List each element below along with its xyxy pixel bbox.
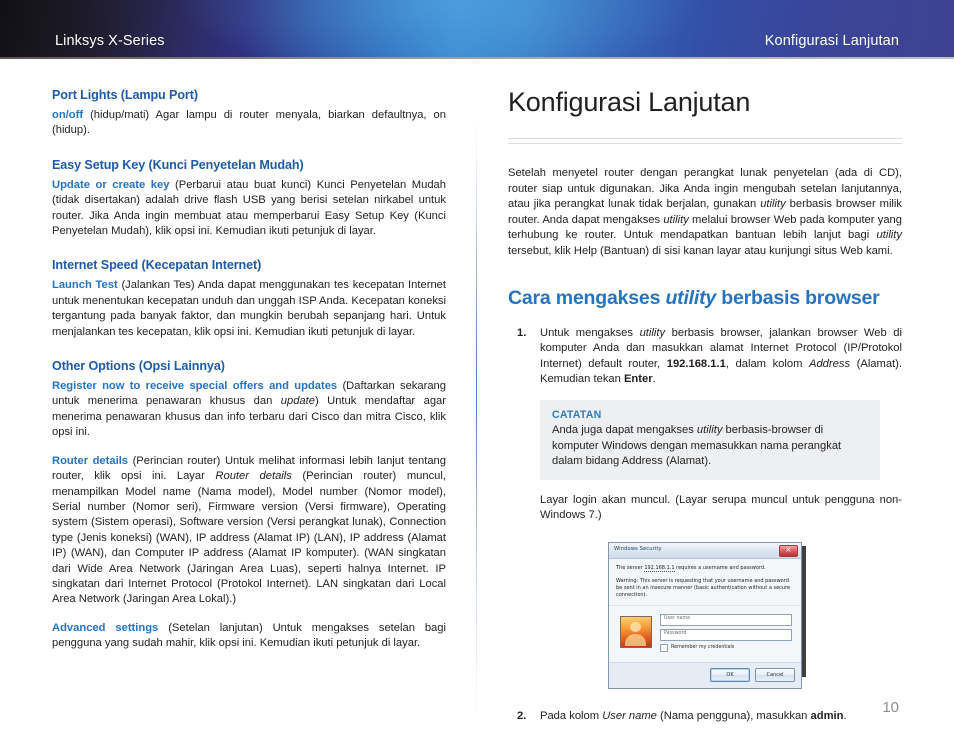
header-product-title: Linksys X-Series: [55, 33, 165, 49]
step-1-text-1: Untuk mengakses: [540, 326, 640, 339]
password-placeholder: Password: [664, 630, 687, 636]
username-input[interactable]: User name: [660, 613, 792, 626]
cancel-button[interactable]: Cancel: [755, 667, 795, 682]
term-register-now: Register now to receive special offers a…: [52, 380, 338, 393]
header-chapter-title: Konfigurasi Lanjutan: [764, 33, 899, 49]
dialog-server-message: The server 192.168.1.1 requires a userna…: [616, 564, 794, 572]
page-number: 10: [882, 699, 899, 716]
dialog-title-bar: Windows Security: [609, 542, 801, 559]
intro-paragraph: Setelah menyetel router dengan perangkat…: [508, 166, 902, 260]
intro-italic-3: utility: [876, 229, 903, 242]
ok-button[interactable]: OK: [710, 667, 750, 682]
user-account-icon: [620, 615, 652, 648]
step-2-admin-value: admin: [810, 709, 844, 722]
remember-credentials-label: Remember my credentials: [671, 645, 735, 651]
note-title: CATATAN: [552, 409, 602, 422]
paragraph-after-note: Layar login akan muncul. (Layar serupa m…: [540, 493, 902, 522]
router-details-text-2: (Perincian router) muncul, menampilkan M…: [52, 470, 446, 606]
paragraph-port-lights: on/off (hidup/mati) Agar lampu di router…: [52, 108, 446, 139]
step-1-text-3: , dalam kolom: [725, 357, 809, 370]
step-1-number: 1.: [517, 326, 527, 339]
column-divider: [476, 120, 477, 720]
step-1-enter-key: Enter: [623, 372, 653, 385]
dialog-body: The server 192.168.1.1 requires a userna…: [609, 558, 801, 662]
heading-easy-setup-key: Easy Setup Key (Kunci Penyetelan Mudah): [52, 157, 304, 172]
paragraph-advanced-settings: Advanced settings (Setelan lanjutan) Unt…: [52, 621, 446, 652]
login-dialog-figure: Windows Security The server 192.168.1.1 …: [608, 541, 806, 689]
term-advanced-settings: Advanced settings: [52, 621, 159, 634]
left-text-column: Port Lights (Lampu Port) on/off (hidup/m…: [52, 88, 446, 652]
dialog-credentials-area: User name Password Remember my credentia…: [616, 606, 794, 658]
step-2-text-2: (Nama pengguna), masukkan: [656, 709, 811, 722]
step-2-number: 2.: [517, 709, 527, 722]
term-update-or-create-key: Update or create key: [52, 178, 170, 191]
heading-internet-speed: Internet Speed (Kecepatan Internet): [52, 258, 262, 273]
note-box-catatan: CATATAN Anda juga dapat mengakses utilit…: [540, 400, 880, 480]
dialog-fields: User name Password Remember my credentia…: [660, 613, 792, 652]
windows-security-dialog: Windows Security The server 192.168.1.1 …: [608, 541, 802, 689]
term-on-off: on/off: [52, 109, 84, 121]
paragraph-port-lights-text: (hidup/mati) Agar lampu di router menyal…: [52, 109, 446, 137]
paragraph-internet-speed: Launch Test (Jalankan Tes) Anda dapat me…: [52, 278, 446, 340]
term-router-details: Router details: [52, 454, 129, 467]
term-launch-test: Launch Test: [52, 279, 118, 292]
intro-text-4: tersebut, klik Help (Bantuan) di sisi ka…: [508, 244, 893, 257]
dialog-message-suffix: requires a username and password.: [674, 564, 766, 571]
checkbox-icon[interactable]: [660, 643, 668, 652]
step-item-2: 2. Pada kolom User name (Nama pengguna), …: [508, 709, 902, 724]
dialog-warning-message: Warning: This server is requesting that …: [616, 577, 791, 598]
step-2-text-3: .: [843, 709, 847, 722]
dialog-footer: OK Cancel: [609, 661, 801, 688]
step-2-italic-user-name: User name: [602, 709, 657, 722]
steps-list-continued: 2. Pada kolom User name (Nama pengguna), …: [508, 709, 902, 724]
dialog-message-prefix: The server: [616, 564, 645, 571]
step-1-italic-utility: utility: [639, 326, 666, 339]
register-now-italic: update: [280, 395, 315, 408]
page-header-banner: Linksys X-Series Konfigurasi Lanjutan: [0, 0, 954, 59]
section-heading-access-utility: Cara mengakses utility berbasis browser: [508, 287, 902, 310]
step-1-text-5: .: [652, 372, 656, 385]
step-1-italic-address: Address: [809, 357, 851, 370]
steps-list: 1. Untuk mengakses utility berbasis brows…: [508, 326, 902, 388]
heading-other-options: Other Options (Opsi Lainnya): [52, 359, 225, 374]
heading-port-lights: Port Lights (Lampu Port): [52, 88, 198, 102]
step-item-1: 1. Untuk mengakses utility berbasis brows…: [508, 326, 902, 388]
page-title: Konfigurasi Lanjutan: [508, 87, 751, 117]
remember-credentials-row[interactable]: Remember my credentials: [660, 643, 792, 652]
password-input[interactable]: Password: [660, 628, 792, 641]
dialog-title: Windows Security: [614, 545, 662, 552]
intro-italic-2: utility: [663, 213, 689, 226]
section-heading-text-2: berbasis browser: [716, 286, 880, 309]
step-1-ip-address: 192.168.1.1: [666, 357, 726, 370]
step-2-text-1: Pada kolom: [540, 709, 603, 722]
dialog-server-ip: 192.168.1.1: [644, 564, 675, 572]
right-content-column: Konfigurasi Lanjutan Setelah menyetel ro…: [508, 86, 902, 724]
paragraph-easy-setup-key: Update or create key (Perbarui atau buat…: [52, 178, 446, 240]
note-body: Anda juga dapat mengakses utility berbas…: [552, 423, 868, 469]
title-divider-rule: [508, 138, 902, 144]
note-italic-utility: utility: [696, 424, 723, 437]
paragraph-register-now: Register now to receive special offers a…: [52, 379, 446, 441]
section-heading-text-1: Cara mengakses: [508, 286, 666, 309]
intro-italic-1: utility: [760, 198, 786, 211]
username-placeholder: User name: [664, 615, 691, 621]
router-details-italic: Router details: [215, 470, 292, 483]
note-text-1: Anda juga dapat mengakses: [552, 424, 697, 437]
section-heading-italic: utility: [665, 286, 717, 309]
close-icon[interactable]: [779, 544, 798, 557]
paragraph-router-details: Router details (Perincian router) Untuk …: [52, 454, 446, 608]
